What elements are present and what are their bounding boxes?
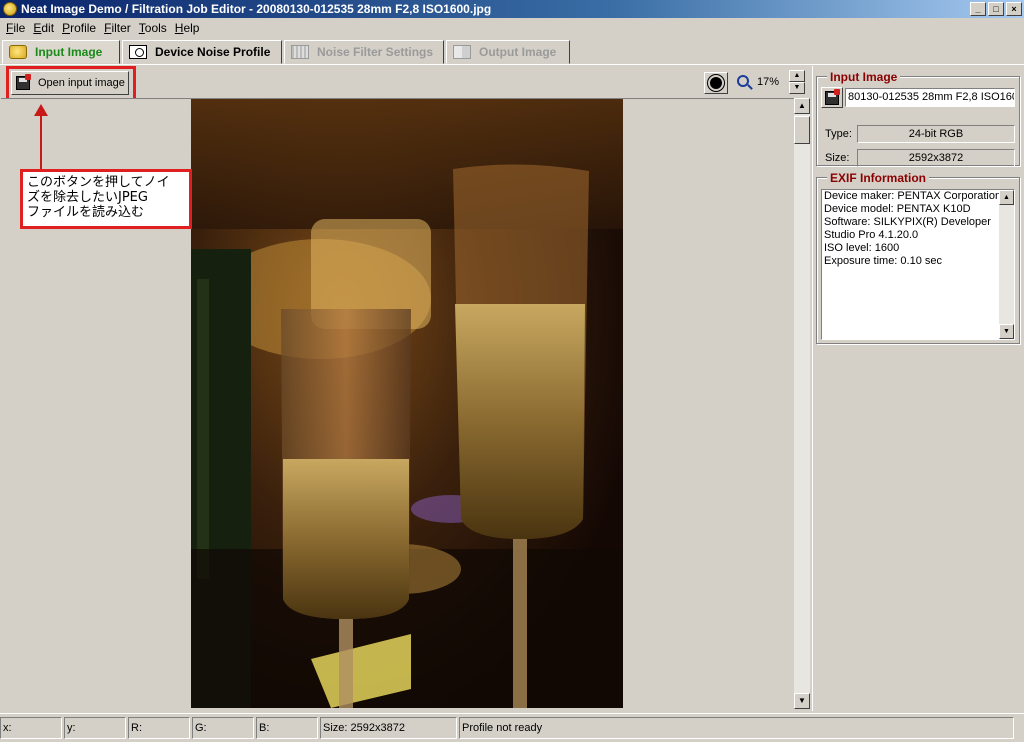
app-icon: [3, 2, 17, 16]
menu-edit[interactable]: Edit: [29, 21, 58, 35]
status-bar: x: y: R: G: B: Size: 2592x3872 Profile n…: [0, 713, 1024, 742]
input-photo[interactable]: [191, 99, 623, 708]
zoom-down-button[interactable]: ▼: [789, 82, 805, 94]
photo-render: [191, 99, 623, 708]
status-g: G:: [192, 717, 254, 739]
open-input-image-button[interactable]: Open input image: [11, 71, 129, 95]
status-y: y:: [64, 717, 126, 739]
tab-device-noise-profile[interactable]: Device Noise Profile: [122, 40, 282, 64]
scroll-thumb[interactable]: [794, 116, 810, 144]
tab-input-image[interactable]: Input Image: [2, 40, 120, 64]
zoom-spinner[interactable]: ▲ ▼: [789, 70, 805, 94]
open-file-button[interactable]: [821, 87, 843, 108]
size-value: 2592x3872: [857, 149, 1015, 167]
zoom-level: 17%: [757, 76, 780, 88]
type-value: 24-bit RGB: [857, 125, 1015, 143]
size-label: Size:: [825, 152, 850, 164]
output-pages-icon: [453, 45, 471, 59]
tab-label: Noise Filter Settings: [317, 45, 434, 59]
scroll-down-button[interactable]: ▼: [794, 693, 810, 709]
floppy-open-icon: [16, 74, 31, 90]
magnifier-icon: [737, 75, 749, 87]
menu-bar: File Edit Profile Filter Tools Help: [0, 19, 203, 37]
exif-line: ISO level: 1600: [824, 242, 900, 254]
exif-line: Exposure time: 0.10 sec: [824, 255, 943, 267]
camera-icon: [129, 45, 147, 59]
exif-scroll-up[interactable]: ▲: [999, 190, 1014, 205]
menu-help[interactable]: Help: [171, 21, 204, 35]
tab-divider: [0, 64, 1024, 65]
type-label: Type:: [825, 128, 852, 140]
status-profile: Profile not ready: [459, 717, 1014, 739]
scroll-up-button[interactable]: ▲: [794, 98, 810, 114]
menu-file[interactable]: File: [2, 21, 29, 35]
exif-line: Software: SILKYPIX(R) Developer: [824, 216, 991, 228]
status-r: R:: [128, 717, 190, 739]
status-x: x:: [0, 717, 62, 739]
maximize-button[interactable]: □: [988, 2, 1004, 16]
filter-grid-icon: [291, 45, 309, 59]
zoom-up-button[interactable]: ▲: [789, 70, 805, 82]
input-image-icon: [9, 45, 27, 59]
exif-group: EXIF Information Device maker: PENTAX Co…: [816, 171, 1020, 344]
tab-strip: Input Image Device Noise Profile Noise F…: [0, 40, 1024, 64]
tab-output-image[interactable]: Output Image: [446, 40, 570, 64]
input-image-group-title: Input Image: [827, 70, 901, 84]
window-title: Neat Image Demo / Filtration Job Editor …: [21, 2, 492, 16]
close-button[interactable]: ×: [1006, 2, 1022, 16]
title-bar: Neat Image Demo / Filtration Job Editor …: [0, 0, 1024, 18]
minimize-button[interactable]: _: [970, 2, 986, 16]
tab-label: Device Noise Profile: [155, 45, 271, 59]
status-size: Size: 2592x3872: [320, 717, 457, 739]
exif-scroll-down[interactable]: ▼: [999, 324, 1014, 339]
tab-noise-filter-settings[interactable]: Noise Filter Settings: [284, 40, 444, 64]
menu-profile[interactable]: Profile: [58, 21, 100, 35]
brightness-icon: [710, 77, 722, 89]
input-image-group: Input Image 80130-012535 28mm F2,8 ISO16…: [816, 70, 1020, 167]
right-panel: Input Image 80130-012535 28mm F2,8 ISO16…: [812, 66, 1024, 711]
file-name-field: 80130-012535 28mm F2,8 ISO1600: [845, 88, 1015, 107]
exif-line: Device model: PENTAX K10D: [824, 203, 971, 215]
window-controls: _ □ ×: [970, 2, 1022, 16]
menu-filter[interactable]: Filter: [100, 21, 135, 35]
open-button-label: Open input image: [38, 77, 125, 89]
brightness-button[interactable]: [704, 72, 728, 94]
tab-label: Output Image: [479, 45, 557, 59]
tab-label: Input Image: [35, 45, 103, 59]
status-b: B:: [256, 717, 318, 739]
exif-text-box[interactable]: Device maker: PENTAX Corporation Device …: [821, 189, 1015, 340]
exif-line: Device maker: PENTAX Corporation: [824, 190, 1002, 202]
annotation-callout: このボタンを押してノイ ズを除去したいJPEG ファイルを読み込む: [20, 169, 192, 229]
annotation-arrow: [40, 114, 42, 170]
exif-scrollbar[interactable]: ▲ ▼: [999, 190, 1014, 339]
exif-group-title: EXIF Information: [827, 171, 929, 185]
menu-tools[interactable]: Tools: [135, 21, 171, 35]
image-vertical-scrollbar[interactable]: ▲ ▼: [794, 98, 810, 709]
exif-line: Studio Pro 4.1.20.0: [824, 229, 919, 241]
floppy-open-icon: [825, 88, 840, 105]
